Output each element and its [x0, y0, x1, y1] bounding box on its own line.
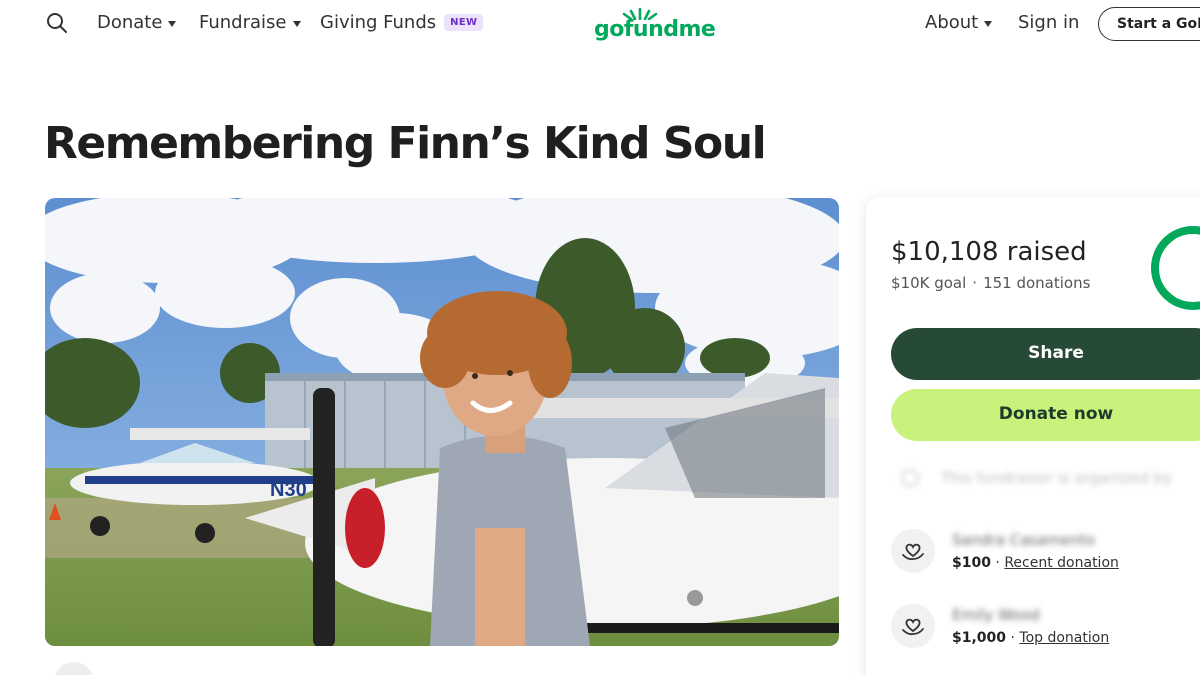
goal-amount: $10K goal: [891, 274, 967, 292]
amount-raised: $10,108 raised: [891, 237, 1087, 267]
top-nav: Donate Fundraise Giving Funds NEW gofundm…: [0, 0, 1200, 50]
donation-card: $10,108 raised $10K goal · 151 donations S…: [866, 197, 1200, 675]
donor-name: Emily Wood: [952, 606, 1040, 624]
sign-in-label: Sign in: [1018, 12, 1080, 33]
donation-count: 151 donations: [983, 274, 1091, 292]
nav-donate-label: Donate: [97, 12, 163, 33]
nav-fundraise-label: Fundraise: [199, 12, 287, 33]
organizer-avatar[interactable]: [54, 662, 94, 675]
top-donation-link[interactable]: Top donation: [1019, 630, 1109, 646]
donor-amount: $1,000: [952, 630, 1007, 646]
donor-name: Sandra Casamento: [952, 531, 1095, 549]
nav-giving-funds-link[interactable]: Giving Funds NEW: [320, 12, 484, 33]
donor-item[interactable]: Sandra Casamento $100 · Recent donation: [891, 529, 1200, 577]
share-button[interactable]: Share: [891, 328, 1200, 380]
nav-about-label: About: [925, 12, 979, 33]
chevron-down-icon: [292, 20, 301, 27]
donor-amount: $100: [952, 555, 991, 571]
campaign-hero-image[interactable]: N30: [45, 198, 839, 646]
donor-item[interactable]: Emily Wood $1,000 · Top donation: [891, 604, 1200, 652]
organizer-notice-text: This fundraiser is organized by: [941, 469, 1172, 487]
chevron-down-icon: [984, 20, 993, 27]
donor-meta: $100 · Recent donation: [952, 555, 1119, 571]
info-icon: [901, 469, 919, 487]
gofundme-logo[interactable]: gofundme: [594, 7, 716, 44]
campaign-title: Remembering Finn’s Kind Soul: [44, 118, 767, 169]
nav-about-menu[interactable]: About: [925, 12, 993, 33]
donor-meta: $1,000 · Top donation: [952, 630, 1110, 646]
chevron-down-icon: [168, 20, 177, 27]
logo-wordmark: gofundme: [594, 17, 716, 42]
nav-fundraise-menu[interactable]: Fundraise: [199, 12, 301, 33]
recent-donation-link[interactable]: Recent donation: [1004, 555, 1119, 571]
search-icon[interactable]: [45, 11, 69, 35]
nav-giving-funds-label: Giving Funds: [320, 12, 437, 33]
progress-ring: [1151, 226, 1200, 310]
donate-now-button[interactable]: Donate now: [891, 389, 1200, 441]
heart-hand-icon: [891, 529, 935, 573]
new-badge: NEW: [444, 14, 484, 31]
svg-text:N30: N30: [270, 479, 307, 501]
organizer-notice: This fundraiser is organized by: [901, 469, 1172, 487]
goal-summary: $10K goal · 151 donations: [891, 274, 1090, 292]
separator-dot: ·: [972, 274, 978, 292]
heart-hand-icon: [891, 604, 935, 648]
nav-donate-menu[interactable]: Donate: [97, 12, 177, 33]
sign-in-link[interactable]: Sign in: [1018, 12, 1079, 33]
start-gofundme-button[interactable]: Start a GoFundMe: [1098, 7, 1200, 41]
